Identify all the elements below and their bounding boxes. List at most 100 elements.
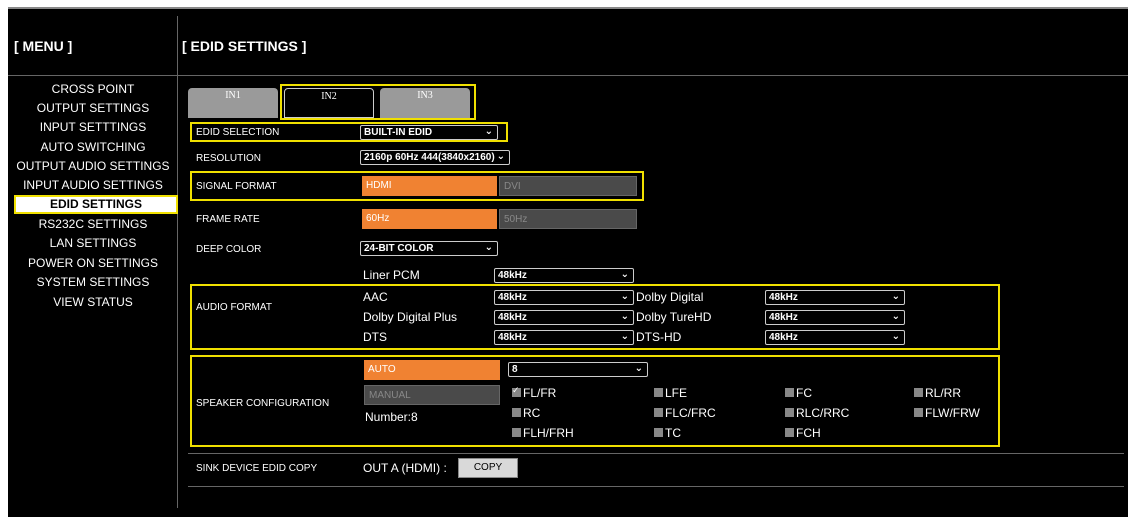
speaker-ch-label: RL/RR: [925, 386, 962, 400]
resolution-value: 2160p 60Hz 444(3840x2160): [364, 152, 495, 163]
dts-hd-label: DTS-HD: [636, 330, 682, 344]
aac-value: 48kHz: [498, 292, 527, 303]
dolby-digital-label: Dolby Digital: [636, 290, 704, 304]
frame-rate-50hz-button[interactable]: 50Hz: [499, 209, 637, 229]
tab-in1[interactable]: IN1: [188, 88, 278, 118]
dolby-digital-plus-value: 48kHz: [498, 312, 527, 323]
deep-color-select[interactable]: 24-BIT COLOR ⌄: [360, 241, 498, 256]
speaker-ch-rl-rr[interactable]: RL/RR: [914, 386, 961, 400]
dolby-digital-select[interactable]: 48kHz ⌄: [765, 290, 905, 305]
page-title: [ EDID SETTINGS ]: [182, 38, 307, 54]
sidebar-item-input-settings[interactable]: INPUT SETTTINGS: [8, 118, 178, 137]
checkbox-icon: [785, 388, 794, 398]
signal-format-hdmi-button[interactable]: HDMI: [362, 176, 497, 196]
speaker-ch-label: RLC/RRC: [796, 406, 850, 420]
speaker-auto-button[interactable]: AUTO: [364, 360, 500, 380]
sidebar-item-auto-switching[interactable]: AUTO SWITCHING: [8, 138, 178, 157]
tabs-highlight: [280, 84, 476, 120]
checkbox-icon: [654, 388, 663, 398]
edid-selection-select[interactable]: BUILT-IN EDID ⌄: [360, 125, 498, 140]
speaker-ch-label: LFE: [665, 386, 688, 400]
speaker-ch-fl-fr[interactable]: FL/FR: [512, 385, 557, 400]
sidebar-item-lan-settings[interactable]: LAN SETTINGS: [8, 234, 178, 253]
chevron-down-icon: ⌄: [484, 126, 493, 137]
checkbox-icon: [785, 408, 794, 418]
speaker-count-value: 8: [512, 364, 518, 375]
speaker-ch-label: TC: [665, 426, 681, 440]
checkbox-icon: [512, 428, 521, 438]
dts-hd-value: 48kHz: [769, 332, 798, 343]
chevron-down-icon: ⌄: [620, 291, 629, 302]
sidebar-item-edid-settings[interactable]: EDID SETTINGS: [14, 195, 178, 214]
sink-copy-source: OUT A (HDMI) :: [363, 461, 447, 475]
sidebar-item-system-settings[interactable]: SYSTEM SETTINGS: [8, 273, 178, 292]
speaker-ch-label: FC: [796, 386, 812, 400]
dts-select[interactable]: 48kHz ⌄: [494, 330, 634, 345]
chevron-down-icon: ⌄: [620, 331, 629, 342]
resolution-select[interactable]: 2160p 60Hz 444(3840x2160) ⌄: [360, 150, 510, 165]
speaker-ch-rlc-rrc[interactable]: RLC/RRC: [785, 406, 849, 420]
speaker-configuration-label: SPEAKER CONFIGURATION: [196, 398, 330, 409]
chevron-down-icon: ⌄: [891, 311, 900, 322]
dolby-truehd-select[interactable]: 48kHz ⌄: [765, 310, 905, 325]
speaker-number: Number:8: [365, 410, 418, 424]
sink-copy-label: SINK DEVICE EDID COPY: [196, 463, 318, 474]
frame-rate-label: FRAME RATE: [196, 214, 260, 225]
speaker-ch-flh-frh[interactable]: FLH/FRH: [512, 426, 574, 440]
sidebar-item-output-settings[interactable]: OUTPUT SETTINGS: [8, 99, 178, 118]
speaker-manual-button[interactable]: MANUAL: [364, 385, 500, 405]
checkbox-icon: [512, 408, 521, 418]
speaker-ch-label: FLC/FRC: [665, 406, 716, 420]
speaker-ch-lfe[interactable]: LFE: [654, 386, 687, 400]
speaker-ch-fch[interactable]: FCH: [785, 426, 821, 440]
liner-pcm-select[interactable]: 48kHz ⌄: [494, 268, 634, 283]
chevron-down-icon: ⌄: [620, 269, 629, 280]
dolby-truehd-value: 48kHz: [769, 312, 798, 323]
signal-format-dvi-button[interactable]: DVI: [499, 176, 637, 196]
sidebar-item-input-audio-settings[interactable]: INPUT AUDIO SETTINGS: [8, 176, 178, 195]
aac-label: AAC: [363, 290, 388, 304]
dts-hd-select[interactable]: 48kHz ⌄: [765, 330, 905, 345]
section-divider: [188, 486, 1124, 487]
dolby-truehd-label: Dolby TureHD: [636, 310, 712, 324]
speaker-ch-label: FL/FR: [523, 386, 557, 400]
dts-label: DTS: [363, 330, 387, 344]
sidebar-item-view-status[interactable]: VIEW STATUS: [8, 293, 178, 312]
signal-format-label: SIGNAL FORMAT: [196, 181, 277, 192]
speaker-ch-label: RC: [523, 406, 541, 420]
dolby-digital-plus-select[interactable]: 48kHz ⌄: [494, 310, 634, 325]
liner-pcm-value: 48kHz: [498, 270, 527, 281]
speaker-ch-label: FCH: [796, 426, 821, 440]
sidebar-item-power-on-settings[interactable]: POWER ON SETTINGS: [8, 254, 178, 273]
edid-selection-value: BUILT-IN EDID: [364, 127, 433, 138]
dolby-digital-value: 48kHz: [769, 292, 798, 303]
edid-selection-label: EDID SELECTION: [196, 127, 280, 138]
speaker-ch-flc-frc[interactable]: FLC/FRC: [654, 406, 716, 420]
sidebar-item-cross-point[interactable]: CROSS POINT: [8, 80, 178, 99]
checkbox-icon: [785, 428, 794, 438]
speaker-count-select[interactable]: 8 ⌄: [508, 362, 648, 377]
checkbox-icon: [654, 428, 663, 438]
sidebar-item-rs232c-settings[interactable]: RS232C SETTINGS: [8, 215, 178, 234]
deep-color-value: 24-BIT COLOR: [364, 243, 434, 254]
speaker-ch-rc[interactable]: RC: [512, 406, 540, 420]
deep-color-label: DEEP COLOR: [196, 244, 262, 255]
dolby-digital-plus-label: Dolby Digital Plus: [363, 310, 458, 324]
speaker-ch-flw-frw[interactable]: FLW/FRW: [914, 406, 980, 420]
chevron-down-icon: ⌄: [634, 363, 643, 374]
chevron-down-icon: ⌄: [496, 151, 505, 162]
copy-button[interactable]: COPY: [458, 458, 518, 478]
sidebar-item-output-audio-settings[interactable]: OUTPUT AUDIO SETTINGS: [8, 157, 178, 176]
checkbox-icon: [654, 408, 663, 418]
aac-select[interactable]: 48kHz ⌄: [494, 290, 634, 305]
liner-pcm-label: Liner PCM: [363, 268, 420, 282]
menu-header: [ MENU ]: [14, 38, 73, 54]
chevron-down-icon: ⌄: [891, 291, 900, 302]
speaker-ch-tc[interactable]: TC: [654, 426, 681, 440]
chevron-down-icon: ⌄: [891, 331, 900, 342]
checkbox-icon: [914, 408, 923, 418]
speaker-ch-fc[interactable]: FC: [785, 386, 812, 400]
frame-rate-60hz-button[interactable]: 60Hz: [362, 209, 497, 229]
chevron-down-icon: ⌄: [620, 311, 629, 322]
resolution-label: RESOLUTION: [196, 153, 262, 164]
